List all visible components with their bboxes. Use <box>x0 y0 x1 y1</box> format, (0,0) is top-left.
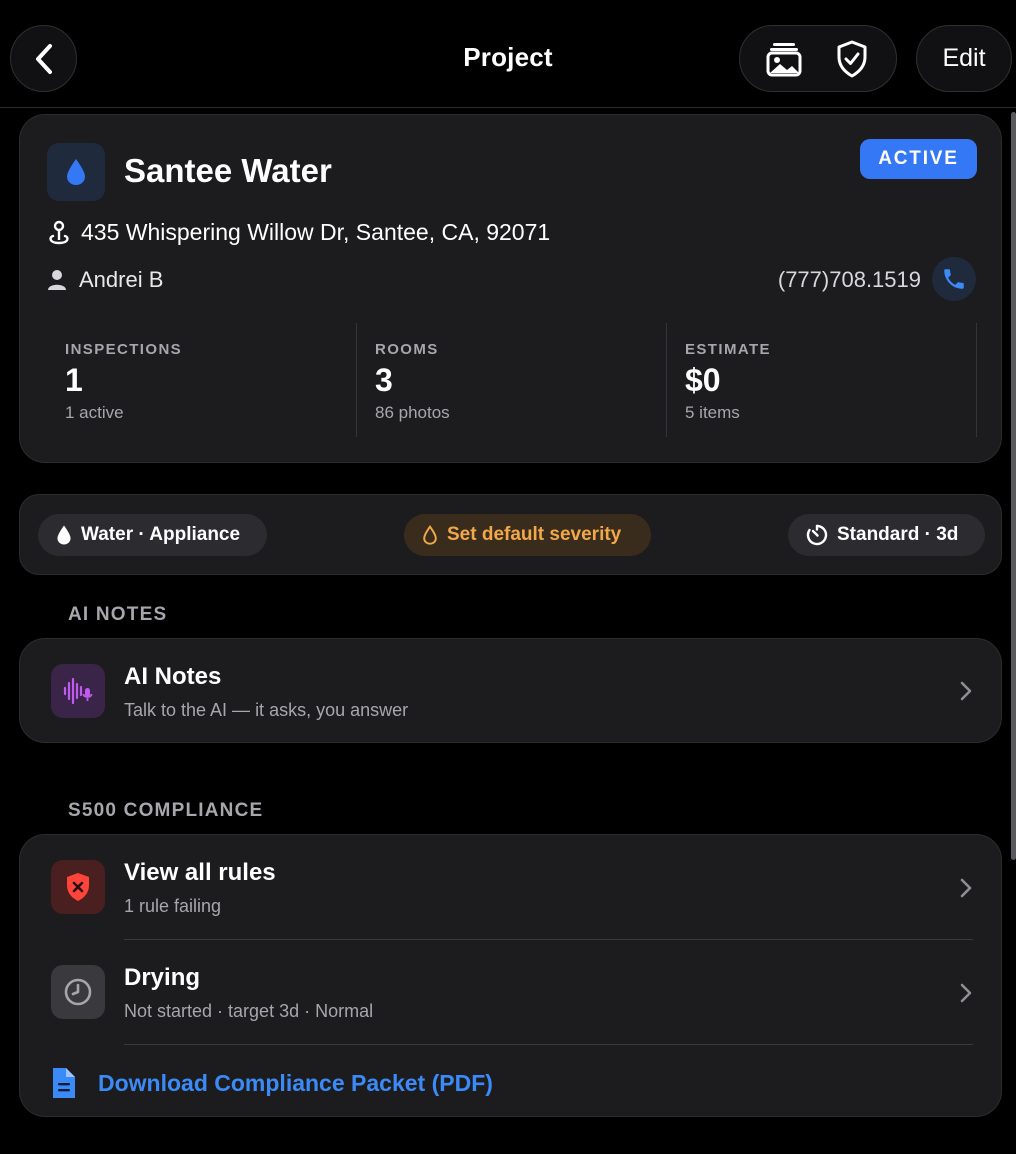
drying-status-badge <box>51 965 105 1019</box>
download-compliance-pdf-link[interactable]: Download Compliance Packet (PDF) <box>50 1067 493 1099</box>
project-address[interactable]: 435 Whispering Willow Dr, Santee, CA, 92… <box>47 219 550 246</box>
shield-check-icon <box>837 40 867 77</box>
chevron-right-icon <box>960 878 972 898</box>
water-drop-icon <box>57 525 71 545</box>
phone-number: (777)708.1519 <box>777 267 921 292</box>
chevron-right-icon <box>960 681 972 701</box>
project-tags-card: Water · Appliance Set default severity S… <box>19 494 1002 575</box>
rules-failing-count: 1 rule failing <box>124 896 222 916</box>
project-summary-card: Santee Water ACTIVE 435 Whispering Willo… <box>19 114 1002 463</box>
water-drop-icon <box>67 159 85 185</box>
project-contact: Andrei B <box>47 267 163 293</box>
compliance-card: View all rules 1 rule failing Drying Not… <box>19 834 1002 1117</box>
shield-x-icon <box>67 873 89 901</box>
drying-status-text: Not started · target 3d · Normal <box>124 1001 374 1021</box>
drying-standard-chip[interactable]: Standard · 3d <box>788 514 985 556</box>
project-name: Santee Water <box>124 152 332 189</box>
microphone-waveform-icon <box>63 677 93 705</box>
drying-title: Drying <box>124 964 201 991</box>
stat-subtext: 5 items <box>685 403 740 422</box>
drying-row[interactable]: Drying Not started · target 3d · Normal <box>20 940 1003 1044</box>
timer-icon <box>806 524 828 546</box>
loss-type-chip[interactable]: Water · Appliance <box>38 514 267 556</box>
stat-label: ESTIMATE <box>685 341 771 358</box>
stat-subtext: 1 active <box>65 403 124 422</box>
water-drop-outline-icon <box>423 525 437 545</box>
severity-chip[interactable]: Set default severity <box>404 514 651 556</box>
edit-button[interactable]: Edit <box>916 25 1012 92</box>
stat-rooms[interactable]: ROOMS 3 86 photos <box>357 323 667 437</box>
compliance-shield-button[interactable] <box>822 29 882 89</box>
stat-label: ROOMS <box>375 341 439 358</box>
vertical-scrollbar[interactable] <box>1011 112 1016 860</box>
loss-type-label: Water · Appliance <box>81 524 241 545</box>
stat-label: INSPECTIONS <box>65 341 183 358</box>
project-type-badge <box>47 143 105 201</box>
phone-icon <box>944 269 964 289</box>
status-badge: ACTIVE <box>860 139 977 179</box>
download-pdf-label: Download Compliance Packet (PDF) <box>98 1069 493 1096</box>
call-button[interactable] <box>932 257 976 301</box>
drying-standard-label: Standard · 3d <box>837 524 959 545</box>
project-stats: INSPECTIONS 1 1 active ROOMS 3 86 photos… <box>47 323 977 437</box>
stat-value: $0 <box>685 362 721 398</box>
rules-status-badge <box>51 860 105 914</box>
header-tool-group <box>739 25 897 92</box>
ai-notes-badge <box>51 664 105 718</box>
top-navigation-bar: Project Edit <box>0 0 1016 108</box>
row-divider <box>124 1044 973 1045</box>
contact-name: Andrei B <box>79 267 164 292</box>
stat-value: 3 <box>375 362 393 398</box>
photos-button[interactable] <box>754 29 814 89</box>
stat-value: 1 <box>65 362 83 398</box>
address-text: 435 Whispering Willow Dr, Santee, CA, 92… <box>81 219 551 245</box>
section-header-ai-notes: AI NOTES <box>68 604 168 625</box>
clock-icon <box>64 978 92 1006</box>
stat-inspections[interactable]: INSPECTIONS 1 1 active <box>47 323 357 437</box>
view-all-rules-row[interactable]: View all rules 1 rule failing <box>20 835 1003 939</box>
view-all-rules-title: View all rules <box>124 859 276 886</box>
location-pin-icon <box>49 220 69 244</box>
chevron-right-icon <box>960 983 972 1003</box>
person-icon <box>48 270 66 290</box>
stat-subtext: 86 photos <box>375 403 450 422</box>
section-header-compliance: S500 COMPLIANCE <box>68 800 264 821</box>
severity-label: Set default severity <box>447 524 622 545</box>
ai-notes-row[interactable]: AI Notes Talk to the AI — it asks, you a… <box>19 638 1002 743</box>
ai-notes-subtitle: Talk to the AI — it asks, you answer <box>124 700 409 720</box>
photo-gallery-icon <box>766 42 802 76</box>
document-icon <box>53 1068 75 1098</box>
stat-estimate[interactable]: ESTIMATE $0 5 items <box>667 323 977 437</box>
ai-notes-title: AI Notes <box>124 663 222 690</box>
